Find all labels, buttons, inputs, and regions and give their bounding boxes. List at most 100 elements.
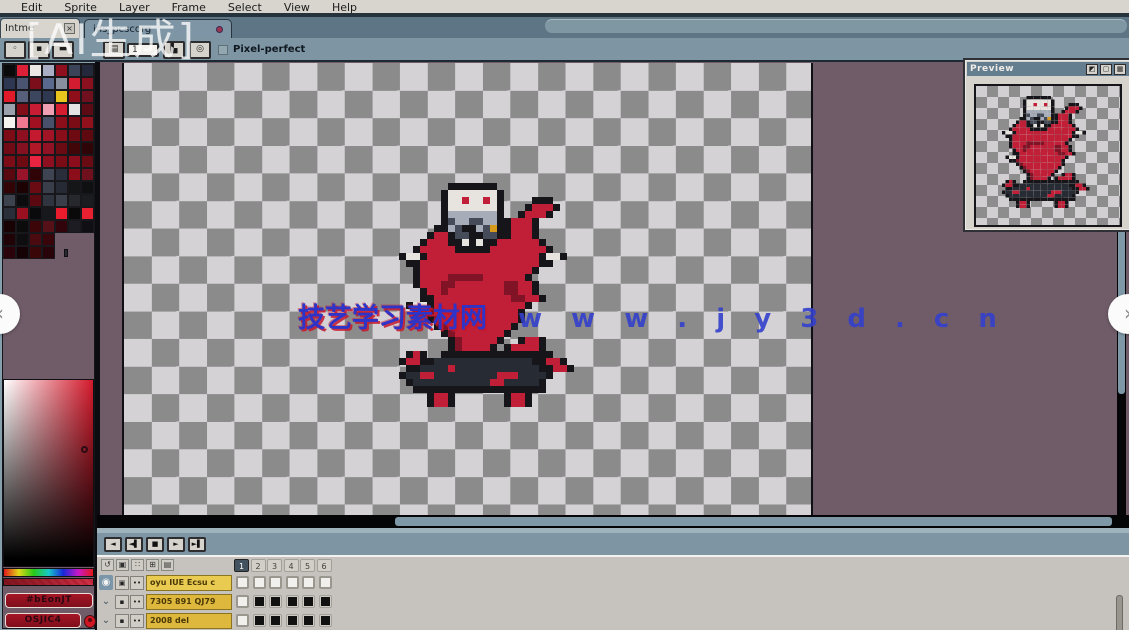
palette-swatch[interactable] [42,116,55,129]
palette-swatch[interactable] [55,194,68,207]
palette-swatch[interactable] [16,142,29,155]
frame-cell[interactable] [286,576,299,589]
palette-swatch[interactable] [42,129,55,142]
hue-slider[interactable] [3,568,94,577]
picker-button-2[interactable]: OSJIC4 [5,613,81,628]
frame-cell[interactable] [269,595,282,608]
palette-swatch[interactable] [42,194,55,207]
palette-swatch[interactable] [81,181,94,194]
palette-swatch[interactable] [42,155,55,168]
palette-swatch[interactable] [29,90,42,103]
picker-button-1[interactable]: #bEonJT [5,593,93,608]
palette-swatch[interactable] [81,103,94,116]
palette-swatch[interactable] [81,90,94,103]
stop-button[interactable]: ■ [146,537,164,552]
palette-swatch[interactable] [3,207,16,220]
palette-swatch[interactable] [3,168,16,181]
palette-swatch[interactable] [68,103,81,116]
frame-cell[interactable] [269,576,282,589]
layer-row[interactable]: ⌄▪••2008 del [97,612,517,630]
tool-button-1[interactable]: ◦ [4,41,26,59]
palette-swatch[interactable] [29,246,42,259]
frame-cell[interactable] [253,595,266,608]
preview-popout-icon[interactable]: ◩ [1086,64,1098,75]
palette-swatch[interactable] [68,77,81,90]
frame-cell[interactable] [302,614,315,627]
layer-lock-icon[interactable]: •• [130,614,144,628]
layer-name[interactable]: 2008 del [146,613,232,629]
palette-swatch[interactable] [81,77,94,90]
palette-swatch[interactable] [68,207,81,220]
palette-swatch[interactable] [29,129,42,142]
palette-swatch[interactable] [3,103,16,116]
palette-swatch[interactable] [29,155,42,168]
palette-swatch[interactable] [16,77,29,90]
frame-cell[interactable] [253,614,266,627]
canvas-hscrollbar[interactable] [97,515,1129,528]
palette-swatch[interactable] [16,116,29,129]
frame-cell[interactable] [286,595,299,608]
palette-swatch[interactable] [42,77,55,90]
layer-lock-icon[interactable]: •• [130,576,144,590]
frame-cell[interactable] [302,576,315,589]
palette-swatch[interactable] [68,168,81,181]
palette-swatch[interactable] [68,181,81,194]
palette-swatch[interactable] [29,181,42,194]
layer-eye-icon[interactable]: ▣ [115,576,129,590]
palette-swatch[interactable] [16,103,29,116]
preview-grid-icon[interactable]: ▦ [1114,64,1126,75]
palette-swatch[interactable] [81,194,94,207]
frame-number-5[interactable]: 5 [300,559,315,572]
frame-number-3[interactable]: 3 [267,559,282,572]
color-gradient-picker[interactable] [3,379,94,567]
preview-canvas[interactable] [974,84,1122,227]
palette-swatch[interactable] [55,116,68,129]
layer-expand-icon[interactable]: ◉ [99,575,113,590]
palette-swatch[interactable] [68,129,81,142]
palette-swatch[interactable] [3,90,16,103]
frame-number-1[interactable]: 1 [234,559,249,572]
palette-swatch[interactable] [68,90,81,103]
palette-swatch[interactable] [55,220,68,233]
palette-swatch[interactable] [42,246,55,259]
palette-swatch[interactable] [3,116,16,129]
menu-select[interactable]: Select [217,1,273,14]
frame-cell[interactable] [253,576,266,589]
timeline-header-icon[interactable]: ▤ [161,559,174,571]
palette-swatch[interactable] [16,246,29,259]
palette-swatch[interactable] [42,207,55,220]
palette-swatch[interactable] [42,220,55,233]
palette-swatch[interactable] [29,168,42,181]
palette-swatch[interactable] [68,142,81,155]
play-button[interactable]: ► [167,537,185,552]
layer-eye-icon[interactable]: ▪ [115,614,129,628]
palette-swatch[interactable] [81,155,94,168]
frame-cell[interactable] [269,614,282,627]
frame-cell[interactable] [236,576,249,589]
sprite-pixel-art[interactable] [399,183,581,407]
layer-eye-icon[interactable]: ▪ [115,595,129,609]
palette-swatch[interactable] [3,142,16,155]
frame-cell[interactable] [286,614,299,627]
palette-swatch[interactable] [3,220,16,233]
palette-swatch[interactable] [3,181,16,194]
palette-swatch[interactable] [42,233,55,246]
palette-swatch[interactable] [16,90,29,103]
layer-lock-icon[interactable]: •• [130,595,144,609]
frame-cell[interactable] [236,614,249,627]
layer-expand-icon[interactable]: ⌄ [99,594,113,609]
alpha-slider[interactable] [3,578,94,586]
palette-swatch[interactable] [16,220,29,233]
palette-swatch[interactable] [81,116,94,129]
palette-swatch[interactable] [81,207,94,220]
frame-number-4[interactable]: 4 [284,559,299,572]
palette-swatch[interactable] [81,129,94,142]
frame-cell[interactable] [319,614,332,627]
palette-swatch[interactable] [42,103,55,116]
frame-cell[interactable] [319,576,332,589]
palette-swatch[interactable] [29,207,42,220]
palette-swatch[interactable] [42,90,55,103]
timeline-header-icon[interactable]: ↺ [101,559,114,571]
menu-help[interactable]: Help [321,1,368,14]
palette-swatch[interactable] [16,194,29,207]
